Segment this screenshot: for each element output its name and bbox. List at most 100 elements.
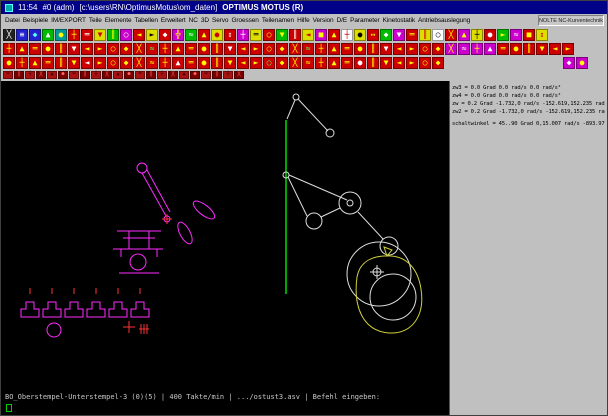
toolbar-icon[interactable]: ▼ — [68, 43, 80, 55]
toolbar-icon[interactable]: ═ — [201, 71, 211, 79]
toolbar-icon[interactable]: ● — [58, 71, 68, 79]
toolbar-icon[interactable]: ▲ — [29, 57, 41, 69]
toolbar-icon[interactable]: ≈ — [146, 57, 158, 69]
toolbar-icon[interactable]: ○ — [263, 57, 275, 69]
toolbar-icon[interactable]: ≈ — [458, 43, 470, 55]
toolbar-icon[interactable]: ○ — [263, 29, 275, 41]
toolbar-icon[interactable]: ○ — [263, 43, 275, 55]
toolbar-icon[interactable]: ╳ — [133, 57, 145, 69]
toolbar-icon[interactable]: ● — [190, 71, 200, 79]
toolbar-icon[interactable]: ┼ — [157, 71, 167, 79]
toolbar-icon[interactable]: ║ — [367, 57, 379, 69]
toolbar-icon[interactable]: ◄ — [81, 43, 93, 55]
toolbar-icon[interactable]: ◄ — [237, 57, 249, 69]
toolbar-icon[interactable]: ● — [354, 43, 366, 55]
toolbar-icon[interactable]: ║ — [146, 71, 156, 79]
toolbar-icon[interactable]: ║ — [419, 29, 431, 41]
toolbar-icon[interactable]: ┼ — [68, 29, 80, 41]
toolbar-icon[interactable]: ○ — [419, 57, 431, 69]
toolbar-icon[interactable]: ╳ — [3, 29, 15, 41]
toolbar-icon[interactable]: ═ — [406, 29, 418, 41]
toolbar-icon[interactable]: ◄ — [81, 57, 93, 69]
toolbar-icon[interactable]: ○ — [432, 29, 444, 41]
toolbar-icon[interactable]: ◄ — [393, 57, 405, 69]
toolbar-icon[interactable]: ◄ — [302, 29, 314, 41]
toolbar-icon[interactable]: ║ — [107, 29, 119, 41]
toolbar-icon[interactable]: ▲ — [179, 71, 189, 79]
toolbar-icon[interactable]: ┼ — [91, 71, 101, 79]
menu-item-beispiele[interactable]: Beispiele — [23, 17, 48, 24]
toolbar-icon[interactable]: ▲ — [458, 29, 470, 41]
toolbar-icon[interactable]: ║ — [14, 71, 24, 79]
toolbar-icon[interactable]: ● — [124, 71, 134, 79]
toolbar-icon[interactable]: ═ — [341, 43, 353, 55]
toolbar-icon[interactable]: ▼ — [393, 29, 405, 41]
menu-item-tabellen[interactable]: Tabellen — [134, 17, 157, 24]
menu-item-servo[interactable]: Servo — [212, 17, 228, 24]
toolbar-icon[interactable]: ║ — [212, 71, 222, 79]
toolbar-icon[interactable]: ► — [562, 43, 574, 55]
menu-item-groessen[interactable]: Groessen — [231, 17, 258, 24]
toolbar-icon[interactable]: ╳ — [102, 71, 112, 79]
menu-item-nc[interactable]: NC — [189, 17, 198, 24]
toolbar-icon[interactable]: ═ — [185, 43, 197, 55]
toolbar-icon[interactable]: ▲ — [328, 29, 340, 41]
toolbar-icon[interactable]: ↕ — [224, 29, 236, 41]
toolbar-icon[interactable]: ╳ — [133, 43, 145, 55]
titlebar[interactable]: 11:54 #0 (adm) [c:\users\RN\OptimusMotus… — [1, 1, 607, 14]
toolbar-icon[interactable]: ▼ — [94, 29, 106, 41]
toolbar-icon[interactable]: ● — [198, 57, 210, 69]
toolbar-icon[interactable]: ║ — [211, 57, 223, 69]
toolbar-icon[interactable]: ○ — [120, 29, 132, 41]
toolbar-icon[interactable]: ▲ — [198, 29, 210, 41]
toolbar-icon[interactable]: ○ — [107, 57, 119, 69]
toolbar-icon[interactable]: ◆ — [432, 43, 444, 55]
toolbar-icon[interactable]: ► — [146, 29, 158, 41]
toolbar-icon[interactable]: ▲ — [172, 43, 184, 55]
toolbar-icon[interactable]: ║ — [211, 43, 223, 55]
menu-item-kinetostatik[interactable]: Kinetostatik — [383, 17, 415, 24]
toolbar-icon[interactable]: ● — [42, 43, 54, 55]
toolbar-icon[interactable]: ┼ — [471, 43, 483, 55]
toolbar-icon[interactable]: ╳ — [234, 71, 244, 79]
toolbar-icon[interactable]: ▲ — [328, 57, 340, 69]
toolbar-icon[interactable]: ║ — [523, 43, 535, 55]
toolbar-icon[interactable]: ● — [3, 57, 15, 69]
toolbar-icon[interactable]: ● — [198, 43, 210, 55]
toolbar-icon[interactable]: ╳ — [445, 43, 457, 55]
toolbar-icon[interactable]: ┼ — [25, 71, 35, 79]
toolbar-icon[interactable]: ┼ — [315, 57, 327, 69]
toolbar-icon[interactable]: ◆ — [563, 57, 575, 69]
menu-item-3d[interactable]: 3D — [201, 17, 209, 24]
toolbar-icon[interactable]: ┼ — [3, 43, 15, 55]
toolbar-icon[interactable]: ► — [250, 57, 262, 69]
toolbar-icon[interactable]: ▲ — [42, 29, 54, 41]
toolbar-icon[interactable]: ═ — [69, 71, 79, 79]
toolbar-icon[interactable]: ○ — [419, 43, 431, 55]
toolbar-icon[interactable]: ┼ — [341, 29, 353, 41]
menu-item-antriebsauslegung[interactable]: Antriebsauslegung — [418, 17, 470, 24]
toolbar-icon[interactable]: ◆ — [159, 29, 171, 41]
toolbar-icon[interactable]: ═ — [42, 57, 54, 69]
toolbar-icon[interactable]: ◄ — [237, 43, 249, 55]
toolbar-icon[interactable]: ▼ — [224, 57, 236, 69]
toolbar-icon[interactable]: ┼ — [159, 57, 171, 69]
toolbar-icon[interactable]: ▲ — [16, 43, 28, 55]
toolbar-icon[interactable]: ▲ — [47, 71, 57, 79]
toolbar-icon[interactable]: ┼ — [471, 29, 483, 41]
menu-item-erweitert[interactable]: Erweitert — [161, 17, 186, 24]
toolbar-icon[interactable]: ► — [406, 43, 418, 55]
toolbar-icon[interactable]: ║ — [55, 57, 67, 69]
toolbar-icon[interactable]: ▲ — [113, 71, 123, 79]
toolbar-icon[interactable]: ┼ — [315, 43, 327, 55]
toolbar-icon[interactable]: ► — [250, 43, 262, 55]
toolbar-icon[interactable]: ◆ — [276, 43, 288, 55]
toolbar-icon[interactable]: ║ — [367, 43, 379, 55]
toolbar-icon[interactable]: ● — [484, 29, 496, 41]
toolbar-icon[interactable]: ◆ — [120, 57, 132, 69]
toolbar-icon[interactable]: ► — [94, 43, 106, 55]
toolbar-icon[interactable]: ═ — [135, 71, 145, 79]
toolbar-icon[interactable]: ═ — [250, 29, 262, 41]
toolbar-icon[interactable]: ► — [94, 57, 106, 69]
toolbar-icon[interactable]: ▲ — [328, 43, 340, 55]
